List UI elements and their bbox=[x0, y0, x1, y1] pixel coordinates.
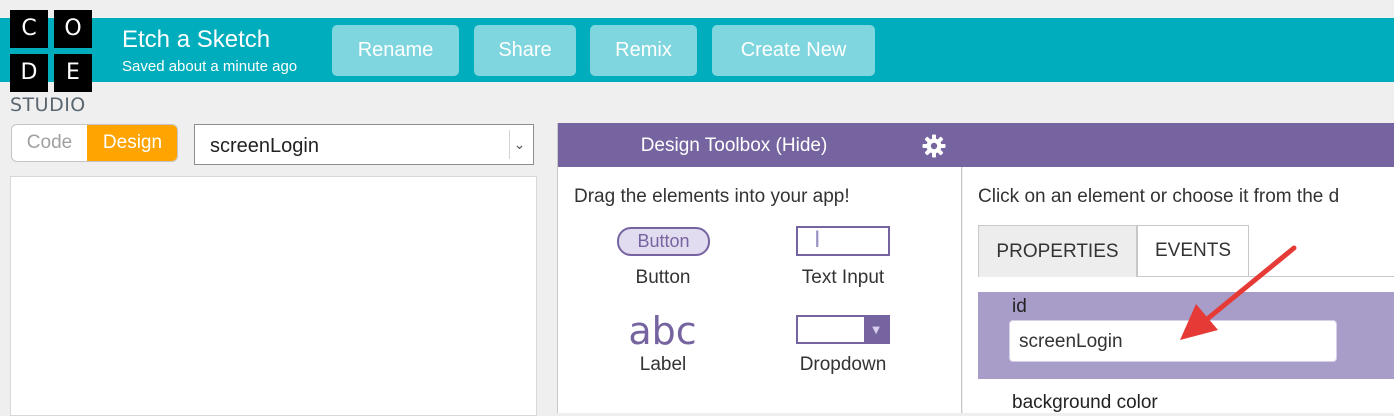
project-name: Etch a Sketch bbox=[122, 26, 271, 53]
tab-properties[interactable]: PROPERTIES bbox=[978, 225, 1137, 277]
screen-dropdown-value: screenLogin bbox=[210, 135, 319, 157]
share-button[interactable]: Share bbox=[474, 25, 576, 76]
logo-letter: D bbox=[10, 54, 48, 92]
properties-header bbox=[963, 123, 1394, 167]
design-toolbox: Design Toolbox (Hide) Drag the elements … bbox=[557, 123, 963, 413]
app-canvas[interactable] bbox=[10, 176, 537, 416]
create-new-button[interactable]: Create New bbox=[712, 25, 875, 76]
rename-button[interactable]: Rename bbox=[332, 25, 459, 76]
screen-dropdown[interactable]: screenLogin ⌄ bbox=[194, 124, 534, 165]
code-mode-button[interactable]: Code bbox=[12, 125, 87, 161]
dropdown-preview-icon[interactable]: ▼ bbox=[796, 315, 890, 344]
id-label: id bbox=[1012, 296, 1027, 317]
dropdown-arrow-icon: ▼ bbox=[864, 317, 888, 342]
design-mode-button[interactable]: Design bbox=[87, 125, 177, 161]
save-status: Saved about a minute ago bbox=[122, 58, 298, 75]
toolbox-item-dropdown-label[interactable]: Dropdown bbox=[773, 354, 913, 376]
toolbox-item-label-label[interactable]: Label bbox=[593, 354, 733, 376]
logo-letter: E bbox=[54, 54, 92, 92]
toolbox-item-button-label[interactable]: Button bbox=[593, 267, 733, 289]
code-studio-logo[interactable]: C O D E STUDIO bbox=[10, 10, 94, 116]
properties-intro: Click on an element or choose it from th… bbox=[978, 186, 1340, 207]
logo-letter: C bbox=[10, 10, 48, 48]
text-input-preview-icon[interactable]: I bbox=[796, 226, 890, 256]
label-preview-icon[interactable]: abc bbox=[620, 309, 705, 353]
logo-letter: O bbox=[54, 10, 92, 48]
chevron-down-icon: ⌄ bbox=[509, 130, 529, 159]
toolbox-intro: Drag the elements into your app! bbox=[574, 186, 850, 207]
gear-icon[interactable] bbox=[922, 134, 946, 158]
toolbox-item-text-input-label[interactable]: Text Input bbox=[773, 267, 913, 289]
red-arrow-annotation bbox=[1180, 245, 1297, 340]
logo-caption: STUDIO bbox=[10, 94, 86, 116]
button-preview-icon[interactable]: Button bbox=[617, 227, 710, 256]
text-cursor-icon: I bbox=[814, 228, 821, 253]
mode-toggle: Code Design bbox=[11, 124, 178, 162]
toolbox-header: Design Toolbox (Hide) bbox=[558, 123, 963, 167]
remix-button[interactable]: Remix bbox=[590, 25, 697, 76]
toolbox-title[interactable]: Design Toolbox (Hide) bbox=[558, 135, 910, 157]
